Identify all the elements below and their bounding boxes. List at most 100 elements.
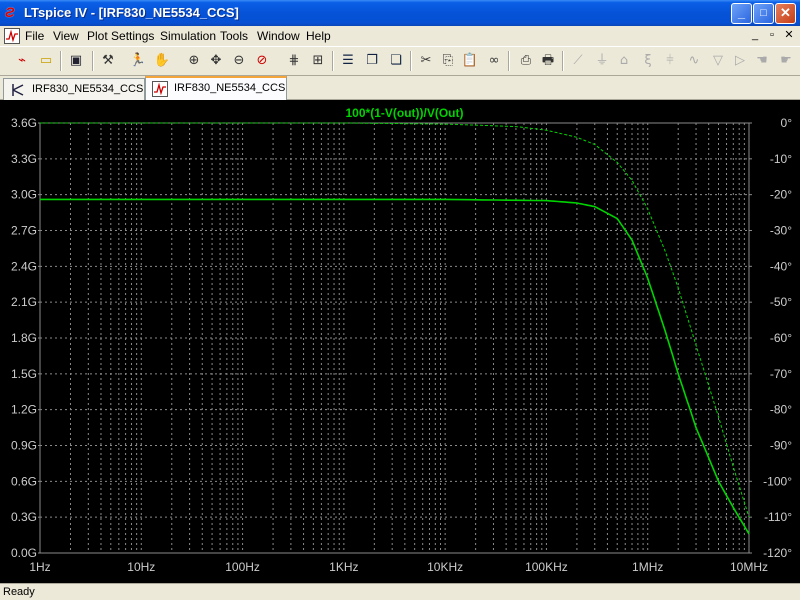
y-right-tick-label: -10°: [770, 152, 792, 166]
print-setup-icon[interactable]: ⎙: [516, 51, 536, 71]
y-left-tick-label: 1.8G: [11, 331, 37, 345]
title-bar: Ƨ LTspice IV - [IRF830_NE5534_CCS] _ □ ✕: [0, 0, 800, 26]
y-left-tick-label: 2.7G: [11, 224, 37, 238]
ltspice-app-icon[interactable]: Ƨ: [5, 4, 21, 20]
x-tick-label: 1KHz: [329, 560, 358, 574]
document-waveform-icon[interactable]: [4, 28, 20, 44]
y-right-tick-label: -90°: [770, 439, 792, 453]
y-left-tick-label: 0.9G: [11, 439, 37, 453]
new-schematic-icon[interactable]: ⌁: [12, 51, 32, 71]
menu-bar: File View Plot Settings Simulation Tools…: [0, 26, 800, 46]
tab-bar: IRF830_NE5534_CCS IRF830_NE5534_CCS: [0, 76, 800, 100]
x-tick-label: 10Hz: [127, 560, 155, 574]
x-tick-label: 10MHz: [730, 560, 768, 574]
y-left-tick-label: 2.1G: [11, 295, 37, 309]
print-icon[interactable]: 🖶: [538, 51, 558, 71]
status-bar: Ready: [0, 583, 800, 600]
inductor-icon[interactable]: ∿: [684, 51, 704, 71]
cascade-windows-icon[interactable]: ❐: [362, 51, 382, 71]
drag-hand-icon[interactable]: ☛: [776, 51, 796, 71]
y-right-tick-label: -30°: [770, 224, 792, 238]
toolbar: ⌁ ▭ ▣ ⚒ 🏃 ✋ ⊕ ✥ ⊖ ⊘ ⋕ ⊞ ☰ ❐ ❏ ✂ ⎘ 📋 ∞ ⎙ …: [0, 46, 800, 76]
move-hand-icon[interactable]: ☚: [752, 51, 772, 71]
toolbar-separator: [562, 51, 564, 71]
y-right-tick-label: -80°: [770, 403, 792, 417]
component-icon[interactable]: ▷: [730, 51, 750, 71]
window-title: LTspice IV - [IRF830_NE5534_CCS]: [24, 5, 239, 20]
ground-icon[interactable]: ⏚: [592, 51, 612, 71]
y-left-tick-label: 2.4G: [11, 259, 37, 273]
menu-window[interactable]: Window: [257, 29, 300, 43]
resistor-icon[interactable]: ξ: [638, 51, 658, 71]
mdi-minimize-button[interactable]: _: [748, 28, 762, 42]
y-right-tick-label: -60°: [770, 331, 792, 345]
tab-schematic[interactable]: IRF830_NE5534_CCS: [3, 78, 145, 100]
close-button[interactable]: ✕: [775, 3, 796, 24]
save-icon[interactable]: ▣: [66, 51, 86, 71]
fit-plot-icon[interactable]: ⊞: [308, 51, 328, 71]
run-icon[interactable]: 🏃: [128, 51, 148, 71]
y-right-tick-label: -70°: [770, 367, 792, 381]
y-right-tick-label: -100°: [763, 474, 792, 488]
waveform-plot[interactable]: 1Hz 10Hz 100Hz 1KHz 10KHz 100KHz 1MHz 10MHz 3.6G…: [0, 100, 800, 583]
menu-tools[interactable]: Tools: [220, 29, 248, 43]
zoom-cancel-icon[interactable]: ⊘: [252, 51, 272, 71]
toolbar-separator: [332, 51, 334, 71]
x-tick-label: 10KHz: [427, 560, 463, 574]
x-tick-label: 100KHz: [525, 560, 568, 574]
paste-icon[interactable]: 📋: [460, 51, 480, 71]
y-left-tick-label: 3.3G: [11, 152, 37, 166]
y-right-tick-label: -120°: [763, 546, 792, 560]
autorange-icon[interactable]: ⋕: [284, 51, 304, 71]
x-tick-label: 1MHz: [632, 560, 663, 574]
zoom-in-icon[interactable]: ⊕: [184, 51, 204, 71]
y-right-tick-label: -110°: [764, 510, 792, 524]
minimize-button[interactable]: _: [731, 3, 752, 24]
toolbar-separator: [92, 51, 94, 71]
label-net-icon[interactable]: ⌂: [614, 51, 634, 71]
plot-grid: [40, 123, 749, 553]
y-right-tick-label: -50°: [770, 295, 792, 309]
y-left-tick-label: 0.3G: [11, 510, 37, 524]
schematic-icon: [12, 84, 24, 96]
status-text: Ready: [3, 586, 35, 598]
trace-label[interactable]: 100*(1-V(out))/V(Out): [346, 106, 464, 120]
maximize-button[interactable]: □: [753, 3, 774, 24]
toolbar-separator: [508, 51, 510, 71]
capacitor-icon[interactable]: ⫩: [660, 51, 680, 71]
pan-icon[interactable]: ✥: [206, 51, 226, 71]
find-binoculars-icon[interactable]: ∞: [484, 51, 504, 71]
toolbar-separator: [60, 51, 62, 71]
wire-icon[interactable]: ⟋: [568, 51, 588, 71]
waveform-plot-pane[interactable]: 1Hz 10Hz 100Hz 1KHz 10KHz 100KHz 1MHz 10MHz 3.6G…: [0, 100, 800, 583]
open-folder-icon[interactable]: ▭: [36, 51, 56, 71]
axis-labels: 1Hz 10Hz 100Hz 1KHz 10KHz 100KHz 1MHz 10MHz 3.6G…: [11, 116, 792, 574]
copy-icon[interactable]: ⎘: [438, 51, 458, 71]
y-left-tick-label: 0.6G: [11, 474, 37, 488]
diode-icon[interactable]: ▽: [708, 51, 728, 71]
waveform-icon: [152, 81, 168, 97]
menu-view[interactable]: View: [53, 29, 79, 43]
y-right-tick-label: -40°: [770, 259, 792, 273]
toolbar-separator: [410, 51, 412, 71]
menu-simulation[interactable]: Simulation: [160, 29, 216, 43]
halt-hand-icon[interactable]: ✋: [152, 51, 172, 71]
menu-help[interactable]: Help: [306, 29, 331, 43]
menu-file[interactable]: File: [25, 29, 44, 43]
y-left-tick-label: 3.6G: [11, 116, 37, 130]
close-windows-icon[interactable]: ❏: [386, 51, 406, 71]
y-left-tick-label: 1.2G: [11, 403, 37, 417]
tile-horizontal-icon[interactable]: ☰: [338, 51, 358, 71]
cut-icon[interactable]: ✂: [416, 51, 436, 71]
zoom-out-icon[interactable]: ⊖: [229, 51, 249, 71]
y-left-tick-label: 0.0G: [11, 546, 37, 560]
menu-plot-settings[interactable]: Plot Settings: [87, 29, 154, 43]
control-panel-hammer-icon[interactable]: ⚒: [98, 51, 118, 71]
y-right-tick-label: -20°: [770, 188, 792, 202]
x-tick-label: 100Hz: [225, 560, 260, 574]
tab-waveform[interactable]: IRF830_NE5534_CCS: [145, 76, 287, 100]
mdi-restore-button[interactable]: ▫: [765, 28, 779, 42]
y-left-tick-label: 1.5G: [11, 367, 37, 381]
tab-label: IRF830_NE5534_CCS: [32, 83, 144, 95]
mdi-close-button[interactable]: ✕: [782, 28, 796, 42]
